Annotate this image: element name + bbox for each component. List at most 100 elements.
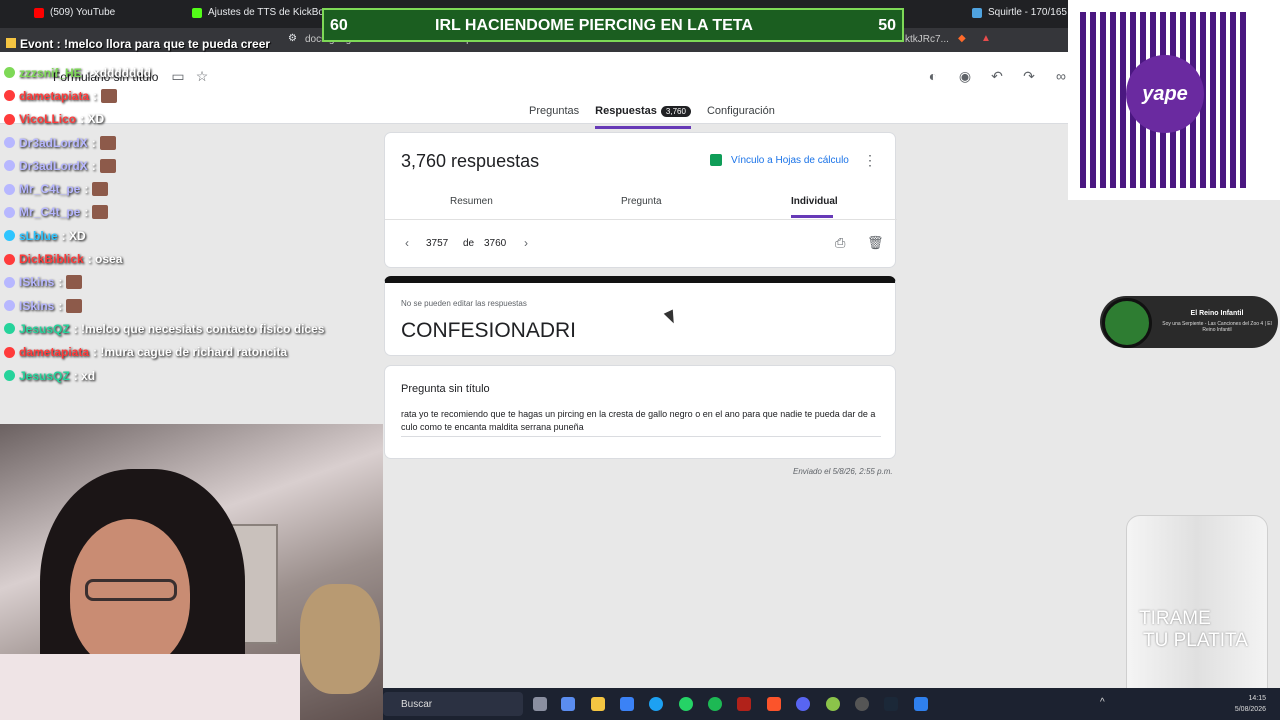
file-explorer-icon[interactable]: [591, 697, 605, 711]
clock-date: 5/08/2026: [1234, 706, 1266, 713]
chat-username[interactable]: VicoLLico: [19, 112, 76, 126]
donation-qr-panel: yape: [1068, 0, 1280, 200]
task-view-icon[interactable]: [533, 697, 547, 711]
tray-chevron-icon[interactable]: ^: [1100, 697, 1105, 708]
brave-shield-icon[interactable]: ◆: [958, 33, 966, 44]
edge-icon[interactable]: [649, 697, 663, 711]
right-counter: 50: [878, 17, 896, 34]
chat-text: : xddddddd: [85, 65, 152, 80]
chat-message: ISkins:: [4, 271, 374, 294]
chat-username[interactable]: sLblue: [19, 229, 58, 243]
chat-emote: [66, 298, 83, 313]
chat-username[interactable]: DickBiblick: [19, 252, 84, 266]
chat-username[interactable]: ISkins: [19, 275, 54, 289]
chat-message: Dr3adLordX:: [4, 131, 374, 154]
prev-response-icon[interactable]: ‹: [405, 236, 409, 250]
chat-username[interactable]: Mr_C4t_pe: [19, 205, 80, 219]
app-icon[interactable]: [826, 697, 840, 711]
more-options-icon[interactable]: ⋮: [863, 152, 877, 169]
youtube-icon: [34, 7, 44, 18]
left-counter: 60: [330, 17, 348, 34]
undo-icon[interactable]: ↶: [987, 66, 1007, 86]
responses-heading: 3,760 respuestas: [401, 151, 540, 171]
response-pager: ‹ 3757 de 3760 › ⎙ 🗑: [385, 219, 897, 267]
site-info-icon[interactable]: ⚙: [288, 33, 297, 44]
album-art: [1102, 298, 1152, 348]
chat-message: sLblue: XD: [4, 224, 374, 247]
sheets-link[interactable]: Vínculo a Hojas de cálculo: [710, 154, 849, 166]
brave-rewards-icon[interactable]: ▲: [981, 33, 991, 44]
chat-username[interactable]: JesusQZ: [19, 322, 70, 336]
chat-badge-icon: [4, 90, 15, 102]
obs-icon[interactable]: [855, 697, 869, 711]
dota-icon[interactable]: [737, 697, 751, 711]
tab-label: Ajustes de TTS de KickBot: [208, 7, 327, 18]
response-view-tabs: Resumen Pregunta Individual: [385, 193, 897, 219]
chat-username[interactable]: ISkins: [19, 299, 54, 313]
streamer-shirt: [0, 654, 300, 720]
chat-message: Mr_C4t_pe:: [4, 201, 374, 224]
chat-badge-icon: [4, 300, 15, 312]
chat-username[interactable]: dametapiata: [19, 89, 89, 103]
chat-message: DickBiblick: osea: [4, 247, 374, 270]
sent-timestamp: Enviado el 5/8/26, 2:55 p.m.: [793, 467, 893, 476]
screen: (509) YouTube Ajustes de TTS de KickBot …: [0, 0, 1280, 720]
current-response-input[interactable]: 3757: [426, 238, 448, 249]
form-heading: CONFESIONADRI: [401, 319, 577, 342]
chat-username[interactable]: Mr_C4t_pe: [19, 182, 80, 196]
chat-emote: [92, 182, 109, 197]
tab-preguntas[interactable]: Preguntas: [529, 105, 579, 129]
clock[interactable]: 14:15 5/08/2026: [1235, 693, 1266, 715]
steam-icon[interactable]: [884, 697, 898, 711]
chat-text: :: [84, 205, 89, 220]
chat-emote: [99, 135, 116, 150]
form-tabs: Preguntas Respuestas 3,760 Configuración: [529, 105, 775, 129]
chat-text: : XD: [61, 228, 86, 243]
chat-username[interactable]: zzzsnif_HE: [19, 66, 82, 80]
whatsapp-icon[interactable]: [679, 697, 693, 711]
subtab-individual[interactable]: Individual: [791, 196, 838, 207]
question-card: Pregunta sin título rata yo te recomiend…: [384, 365, 896, 459]
now-playing-subtitle: Soy una Serpiente - Las Canciones del Zo…: [1162, 321, 1272, 333]
print-icon[interactable]: ⎙: [835, 235, 845, 251]
chat-text: : XD: [80, 112, 105, 127]
event-icon: [6, 38, 16, 48]
chat-message: dametapiata: !mura cague de richard rato…: [4, 341, 374, 364]
kickbot-icon: [192, 7, 202, 18]
next-response-icon[interactable]: ›: [524, 236, 528, 250]
chat-username[interactable]: JesusQZ: [19, 369, 70, 383]
discord-icon[interactable]: [796, 697, 810, 711]
subtab-pregunta[interactable]: Pregunta: [621, 196, 662, 207]
tab-respuestas[interactable]: Respuestas 3,760: [595, 105, 691, 129]
clock-time: 14:15: [1248, 695, 1266, 702]
subtab-resumen[interactable]: Resumen: [450, 196, 493, 207]
responses-summary-card: 3,760 respuestas Vínculo a Hojas de cálc…: [384, 132, 897, 268]
redo-icon[interactable]: ↷: [1019, 66, 1039, 86]
event-text: Evont : !melco llora para que te pueda c…: [20, 37, 271, 51]
chat-text: : !melco que necesiats contacto fisico d…: [73, 321, 325, 336]
donation-text: TIRAME TU PLATITA: [1139, 608, 1248, 652]
chat-emote: [99, 158, 116, 173]
tab-kickbot[interactable]: Ajustes de TTS de KickBot: [192, 7, 327, 18]
taskbar-search[interactable]: Buscar: [383, 692, 523, 716]
chat-emote: [66, 275, 83, 290]
tab-youtube[interactable]: (509) YouTube: [34, 7, 115, 18]
chat-text: :: [91, 158, 96, 173]
copilot-icon[interactable]: [561, 697, 575, 711]
chat-message: Mr_C4t_pe:: [4, 177, 374, 200]
tab-configuracion[interactable]: Configuración: [707, 105, 775, 129]
chat-message: JesusQZ: !melco que necesiats contacto f…: [4, 317, 374, 340]
palette-icon[interactable]: ◐: [923, 66, 943, 86]
chat-username[interactable]: Dr3adLordX: [19, 159, 88, 173]
chat-username[interactable]: Dr3adLordX: [19, 136, 88, 150]
yape-logo: yape: [1126, 55, 1204, 133]
chat-username[interactable]: dametapiata: [19, 345, 89, 359]
store-icon[interactable]: [620, 697, 634, 711]
notepad-icon[interactable]: [914, 697, 928, 711]
spotify-icon[interactable]: [708, 697, 722, 711]
brave-icon[interactable]: [767, 697, 781, 711]
preview-eye-icon[interactable]: ◉: [955, 66, 975, 86]
pager-of-label: de: [463, 238, 475, 249]
delete-icon[interactable]: 🗑: [867, 235, 884, 251]
stream-title: IRL HACIENDOME PIERCING EN LA TETA: [435, 17, 753, 34]
